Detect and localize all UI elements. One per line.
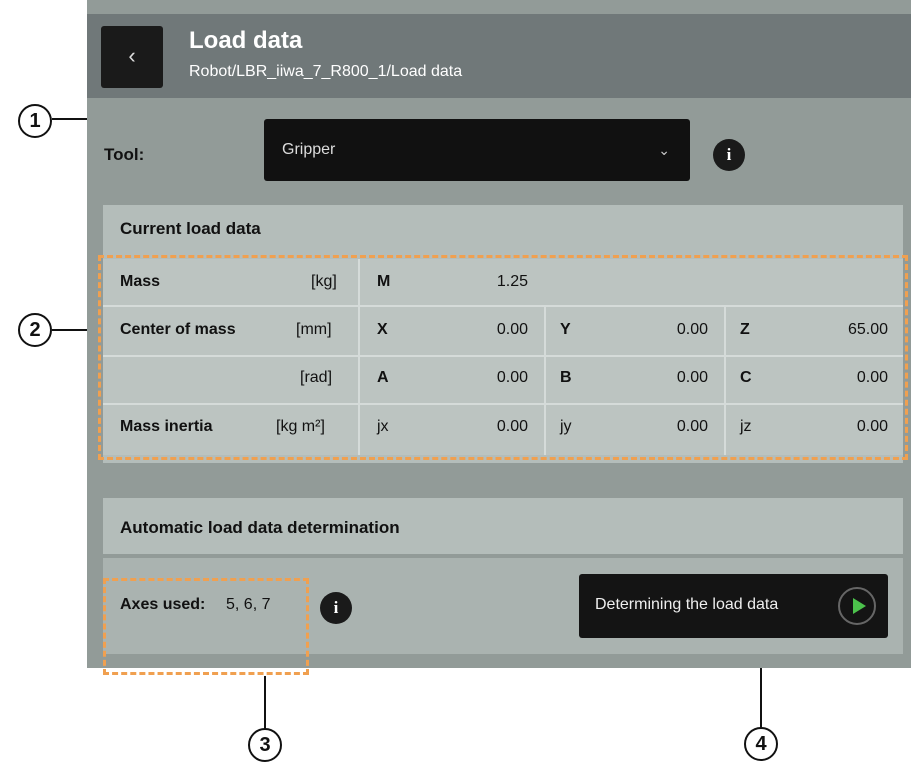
tool-dropdown[interactable]: Gripper ⌄ xyxy=(264,119,690,181)
highlight-frame xyxy=(98,255,908,460)
callout-1: 1 xyxy=(18,104,52,138)
tool-label: Tool: xyxy=(104,145,145,164)
callout-4: 4 xyxy=(744,727,778,761)
highlight-frame xyxy=(103,578,309,675)
chevron-down-icon: ⌄ xyxy=(658,142,670,158)
breadcrumb: Robot/LBR_iiwa_7_R800_1/Load data xyxy=(189,63,463,80)
chevron-left-icon: ‹ xyxy=(128,43,136,68)
current-load-title: Current load data xyxy=(120,219,261,238)
auto-load-title: Automatic load data determination xyxy=(120,518,400,537)
page-title: Load data xyxy=(189,27,303,54)
play-icon xyxy=(838,587,876,625)
determine-button-label: Determining the load data xyxy=(595,596,779,613)
callout-3: 3 xyxy=(248,728,282,762)
axes-info-icon[interactable] xyxy=(320,592,352,624)
determine-load-data-button[interactable]: Determining the load data xyxy=(579,574,888,638)
callout-2: 2 xyxy=(18,313,52,347)
tool-info-icon[interactable] xyxy=(713,139,745,171)
tool-selected-value: Gripper xyxy=(282,141,336,158)
back-button[interactable]: ‹ xyxy=(101,26,163,88)
